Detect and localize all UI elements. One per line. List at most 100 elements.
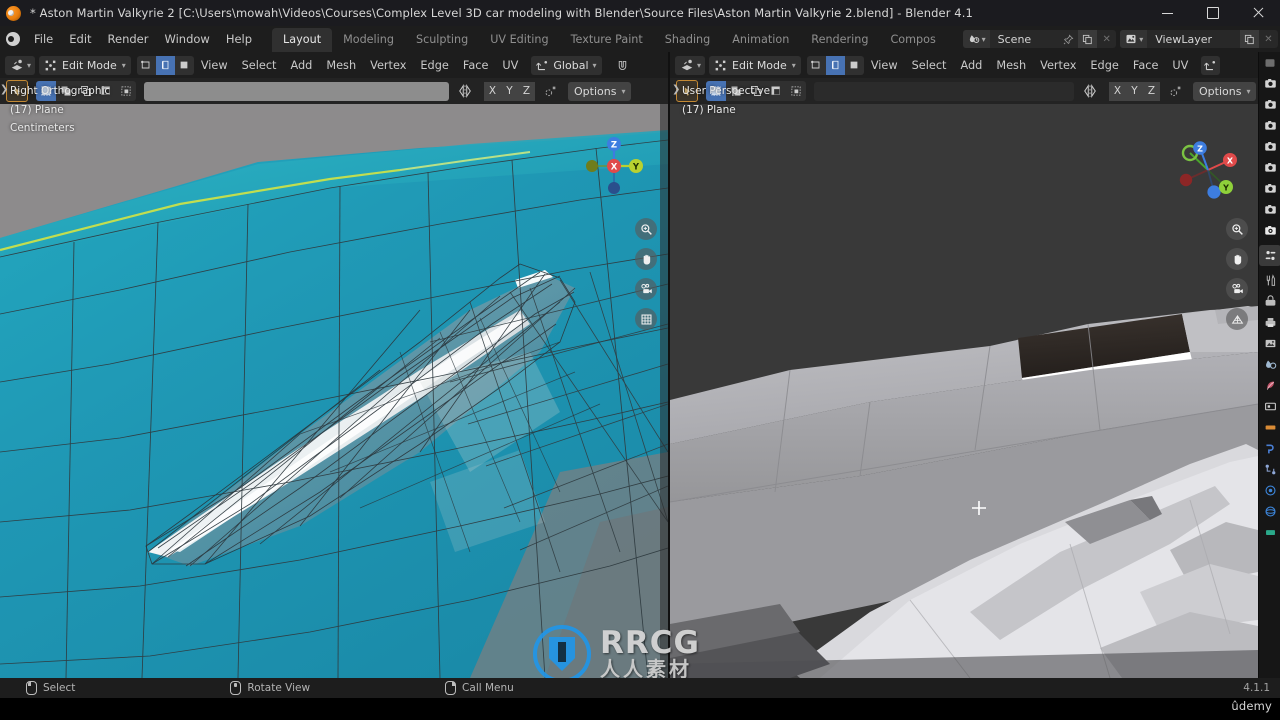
tab-shading[interactable]: Shading xyxy=(654,28,721,52)
menu-help[interactable]: Help xyxy=(218,29,260,49)
view-layer-props-icon[interactable] xyxy=(1259,115,1280,136)
mirror-axis-y[interactable]: Y xyxy=(1126,81,1143,101)
viewport-left-menu-edge[interactable]: Edge xyxy=(413,56,455,75)
subtract-mode-icon[interactable] xyxy=(76,81,96,101)
maximize-icon[interactable] xyxy=(1190,0,1235,26)
tab-modeling[interactable]: Modeling xyxy=(332,28,405,52)
menu-render[interactable]: Render xyxy=(100,29,157,49)
editor-type-3dview-icon[interactable]: ▾ xyxy=(675,55,706,75)
viewport-right-menu-view[interactable]: View xyxy=(864,56,905,75)
unlink-viewlayer-x-icon[interactable]: ✕ xyxy=(1259,30,1278,48)
blender-menu-icon[interactable] xyxy=(0,26,26,52)
scene-icon[interactable]: ▾ xyxy=(962,30,990,48)
viewport-left-menu-view[interactable]: View xyxy=(194,56,235,75)
viewport-left-menu-uv[interactable]: UV xyxy=(495,56,525,75)
viewport-right-sidebar-toggle[interactable]: ❯ xyxy=(672,84,680,95)
vertex-select-icon[interactable] xyxy=(136,55,156,75)
face-select-icon[interactable] xyxy=(844,55,864,75)
options-button-right[interactable]: Options ▾ xyxy=(1193,81,1257,101)
viewport-right-menu-add[interactable]: Add xyxy=(953,56,989,75)
viewport-right[interactable]: ▾ Edit Mode ▾ View Select Add Mesh Verte… xyxy=(670,52,1258,678)
extend-mode-icon[interactable] xyxy=(726,81,746,101)
tab-animation[interactable]: Animation xyxy=(721,28,800,52)
tool-settings-field-right[interactable] xyxy=(814,81,1074,101)
edge-select-icon[interactable] xyxy=(825,55,845,75)
collection-props-icon[interactable] xyxy=(1259,178,1280,199)
transform-orientation-right[interactable] xyxy=(1201,55,1221,75)
tab-sculpting[interactable]: Sculpting xyxy=(405,28,479,52)
modifier-icon[interactable] xyxy=(1259,417,1280,438)
snap-magnet-icon-left[interactable] xyxy=(616,56,629,74)
tab-texture-paint[interactable]: Texture Paint xyxy=(560,28,654,52)
tool-props-icon[interactable] xyxy=(1259,270,1280,291)
intersect-mode-icon[interactable] xyxy=(786,81,806,101)
images-icon[interactable] xyxy=(1259,333,1280,354)
unlink-scene-x-icon[interactable]: ✕ xyxy=(1097,30,1116,48)
zoom-icon[interactable] xyxy=(635,218,657,240)
viewport-right-menu-mesh[interactable]: Mesh xyxy=(989,56,1033,75)
proportional-editing-icon-right[interactable] xyxy=(1165,82,1187,101)
particles-icon[interactable] xyxy=(1259,375,1280,396)
viewport-left-menu-add[interactable]: Add xyxy=(283,56,319,75)
intersect-mode-icon[interactable] xyxy=(116,81,136,101)
edge-select-icon[interactable] xyxy=(155,55,175,75)
mirror-axis-z[interactable]: Z xyxy=(1143,81,1160,101)
object-props-icon[interactable] xyxy=(1259,199,1280,220)
world-icon[interactable] xyxy=(1259,354,1280,375)
camera-view-icon[interactable] xyxy=(1226,278,1248,300)
output-props-icon[interactable] xyxy=(1259,94,1280,115)
viewport-right-menu-edge[interactable]: Edge xyxy=(1083,56,1125,75)
options-button-left[interactable]: Options ▾ xyxy=(568,81,632,101)
invert-mode-icon[interactable] xyxy=(766,81,786,101)
mirror-axis-x[interactable]: X xyxy=(484,81,501,101)
view-layer-icon[interactable]: ▾ xyxy=(1120,30,1148,48)
menu-file[interactable]: File xyxy=(26,29,61,49)
new-scene-duplicate-icon[interactable] xyxy=(1078,30,1098,48)
vertex-select-icon[interactable] xyxy=(806,55,826,75)
data-icon[interactable] xyxy=(1259,480,1280,501)
tab-uv-editing[interactable]: UV Editing xyxy=(479,28,559,52)
set-mode-icon[interactable] xyxy=(706,81,726,101)
set-mode-icon[interactable] xyxy=(36,81,56,101)
extend-mode-icon[interactable] xyxy=(56,81,76,101)
viewport-right-menu-select[interactable]: Select xyxy=(905,56,954,75)
mode-selector-left[interactable]: Edit Mode ▾ xyxy=(39,55,131,75)
viewport-right-menu-uv[interactable]: UV xyxy=(1165,56,1195,75)
invert-mode-icon[interactable] xyxy=(96,81,116,101)
texture-icon[interactable] xyxy=(1259,522,1280,543)
pan-hand-icon[interactable] xyxy=(1226,248,1248,270)
constraints-icon[interactable] xyxy=(1259,459,1280,480)
viewport-left[interactable]: ▾ Edit Mode ▾ View Select Add Mesh Verte… xyxy=(0,52,668,678)
printer-icon[interactable] xyxy=(1259,312,1280,333)
tweak-tool-icon[interactable] xyxy=(6,80,28,102)
viewport-right-menu-vertex[interactable]: Vertex xyxy=(1033,56,1083,75)
zoom-icon[interactable] xyxy=(1226,218,1248,240)
subtract-mode-icon[interactable] xyxy=(746,81,766,101)
viewport-right-menu-face[interactable]: Face xyxy=(1126,56,1166,75)
minimize-icon[interactable] xyxy=(1145,0,1190,26)
camera-view-icon[interactable] xyxy=(635,278,657,300)
mirror-icon-right[interactable] xyxy=(1079,82,1101,101)
navigation-gizmo-left[interactable]: Z Y X xyxy=(578,130,650,202)
mirror-axis-y[interactable]: Y xyxy=(501,81,518,101)
viewport-left-menu-select[interactable]: Select xyxy=(235,56,284,75)
viewport-left-menu-mesh[interactable]: Mesh xyxy=(319,56,363,75)
proportional-editing-icon-left[interactable] xyxy=(540,82,562,101)
face-select-icon[interactable] xyxy=(174,55,194,75)
transform-orientation-left[interactable]: Global ▾ xyxy=(531,55,602,75)
camera-data-icon[interactable] xyxy=(1259,220,1280,241)
outliner-scroll-top[interactable] xyxy=(1259,52,1280,73)
tab-layout[interactable]: Layout xyxy=(272,28,333,52)
mirror-icon-left[interactable] xyxy=(454,82,476,101)
viewport-left-sidebar-toggle[interactable]: ❯ xyxy=(0,84,8,95)
mirror-axis-z[interactable]: Z xyxy=(518,81,535,101)
properties-editor-icon[interactable] xyxy=(1259,245,1280,266)
toggle-ortho-grid-icon[interactable] xyxy=(635,308,657,330)
mirror-axis-x[interactable]: X xyxy=(1109,81,1126,101)
close-icon[interactable] xyxy=(1235,0,1280,26)
scene-props-icon[interactable] xyxy=(1259,136,1280,157)
tab-compositing[interactable]: Compos xyxy=(879,28,946,52)
render-props-icon[interactable] xyxy=(1259,73,1280,94)
pan-hand-icon[interactable] xyxy=(635,248,657,270)
pin-icon[interactable] xyxy=(1059,30,1078,48)
